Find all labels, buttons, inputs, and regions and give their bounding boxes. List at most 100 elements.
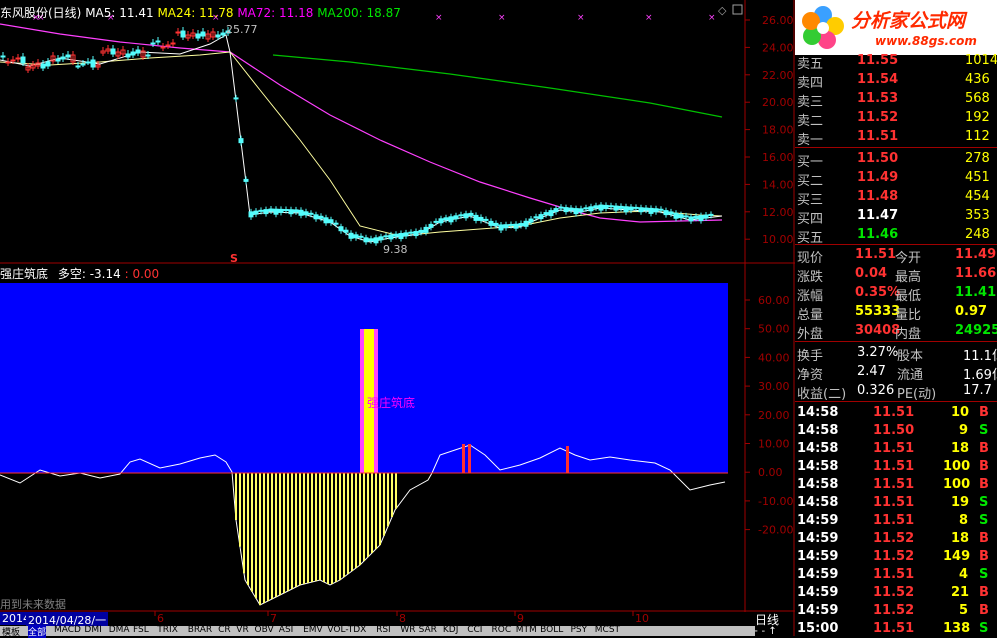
indicator-tab-bar: 模板 全部 MACD DMI DMA FSL TRIX BRAR CR VR OBV ASI EMV VO… [0,625,755,638]
month-label: 8 [399,612,406,625]
stat-value: 2.47 [857,364,886,379]
price-tick-label: 14.00 [762,178,794,191]
month-label: 9 [517,612,524,625]
trade-direction: S [979,495,989,510]
candle-body [708,213,714,216]
candle-body [508,223,514,226]
candle-body [60,56,66,60]
trade-volume: 19 [951,495,970,510]
trade-direction: B [979,477,989,492]
indicator-tab-5[interactable]: FSL [133,625,149,635]
x-mark: × [645,13,653,23]
indicator-name[interactable]: 强庄筑底 [0,267,48,281]
candle-body [130,51,136,56]
indicator-tab-21[interactable]: BOLL [540,625,563,635]
price-tick-label: 22.00 [762,69,794,82]
indicator-tab-19[interactable]: ROC [492,625,512,635]
stat-value: 0.04 [855,266,888,281]
candle-body [458,214,464,217]
indicator-tab-8[interactable]: CR [218,625,231,635]
stat-label: 涨跌 [797,270,824,285]
level-label: 卖三 [797,95,824,110]
indicator-tick-label: 40.00 [758,351,790,364]
trade-time: 14:59 [797,549,839,564]
candle-body [698,215,704,222]
stock-name[interactable]: 东风股份(日线) [0,6,81,20]
trade-direction: B [979,405,989,420]
x-mark: × [577,13,585,23]
trade-volume: 100 [943,477,971,492]
chart-area[interactable]: 26.00 24.00 22.00 20.00 18.00 16.00 14.00 12.00… [0,0,795,636]
sell-level: 卖四 11.54 436 [795,71,997,91]
stat-value: 30408 [855,323,901,338]
indicator-tab-2[interactable]: MACD [54,625,81,635]
candle-body [268,208,274,212]
trade-row: 14:59 11.51 4 S [795,566,997,584]
price-tick-label: 12.00 [762,206,794,219]
candle-body [328,219,334,224]
candle-body [548,210,554,217]
candle-body [90,59,96,68]
candle-body [273,208,279,215]
month-label: 6 [157,612,164,625]
flower-icon [802,6,844,49]
indicator-tab-23[interactable]: MCST [595,625,620,635]
stats2-divider [795,341,997,342]
stat-row: 涨幅 0.35% 最低 11.41 [795,284,997,304]
stat-row: 现价 11.51 今开 11.49 [795,246,997,266]
indicator-tab-11[interactable]: ASI [279,625,294,635]
trade-time: 14:58 [797,477,839,492]
indicator-tab-22[interactable]: PSY [571,625,588,635]
indicator-tab-14[interactable]: RSI [376,625,391,635]
indicator-tab-12[interactable]: EMV [303,625,323,635]
candle-body [488,220,494,226]
candle-body [175,31,181,34]
candle-body [383,235,389,238]
indicator-tab-6[interactable]: TRIX [157,625,178,635]
indicator-tab-15[interactable]: WR [400,625,415,635]
candle-body [15,57,21,60]
trade-direction: B [979,531,989,546]
candle-body [463,213,469,219]
stat-label: 现价 [797,251,824,266]
stat-value: 11.41 [955,285,997,300]
candle-body [543,212,549,216]
trade-price: 11.51 [873,567,915,582]
indicator-tab-3[interactable]: DMI [84,625,101,635]
indicator-tab-17[interactable]: KDJ [443,625,459,635]
candle-body [408,231,414,234]
indicator-tab-9[interactable]: VR [236,625,248,635]
logo-title: 分析家公式网 [851,10,966,32]
trades-divider [795,401,997,402]
candle-body [538,214,544,220]
stat-label: 内盘 [895,327,922,342]
price-tick-label: 10.00 [762,233,794,246]
trade-row: 15:00 11.51 138 S [795,620,997,638]
indicator-tab-10[interactable]: OBV [255,625,274,635]
trade-volume: 5 [959,603,969,618]
candle-body [248,211,254,218]
indicator-tab-13[interactable]: VOL-TDX [327,625,366,635]
candle-body [533,216,539,219]
candle-body [528,218,534,223]
indicator-tab-0[interactable]: 模板 [2,625,20,638]
minor-signal-bar [468,444,471,473]
indicator-tab-7[interactable]: BRAR [188,625,212,635]
candle-body [278,208,284,213]
trade-time: 14:58 [797,423,839,438]
indicator-tab-16[interactable]: SAR [419,625,437,635]
candle-body [618,205,624,209]
trade-volume: 10 [951,405,970,420]
candle-body [313,214,319,220]
stat-label: 流通 [897,368,924,383]
candle-body [258,209,264,212]
indicator-tab-1[interactable]: 全部 [28,625,47,638]
candle-body [323,217,329,224]
indicator-tab-20[interactable]: MTM [516,625,537,635]
candle-body [263,209,269,215]
candle-body [5,61,11,64]
sell-level: 卖五 11.55 1014 [795,52,997,72]
indicator-tab-4[interactable]: DMA [109,625,130,635]
indicator-tab-18[interactable]: CCI [467,625,482,635]
trade-price: 11.51 [873,441,915,456]
